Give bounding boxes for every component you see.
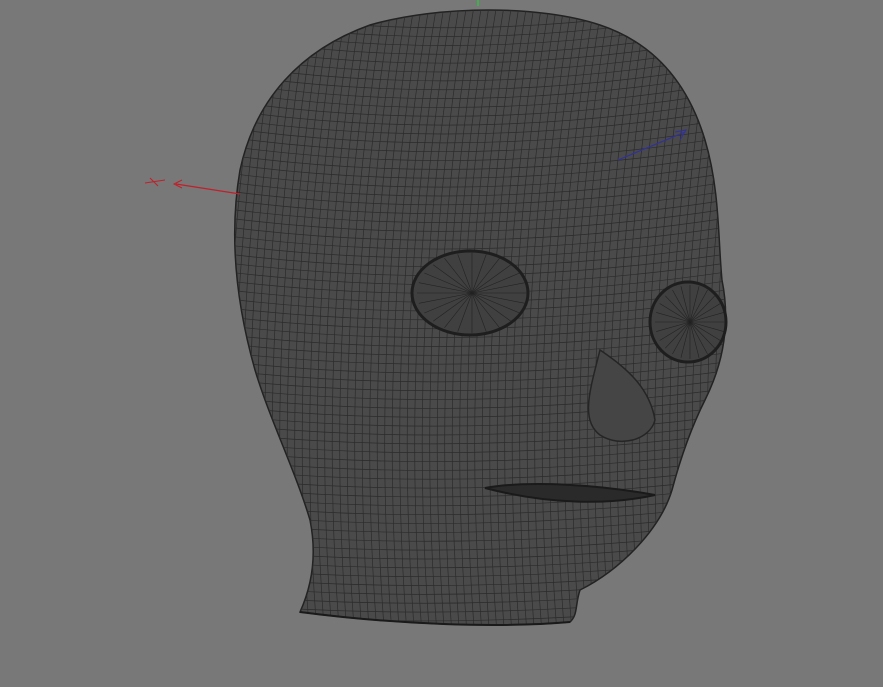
left-eye xyxy=(410,249,530,337)
scene xyxy=(144,0,728,626)
head-mesh xyxy=(234,9,728,626)
right-eye xyxy=(648,280,728,364)
x-axis-label-icon xyxy=(144,177,166,187)
3d-viewport[interactable] xyxy=(0,0,883,687)
x-axis xyxy=(175,183,241,195)
